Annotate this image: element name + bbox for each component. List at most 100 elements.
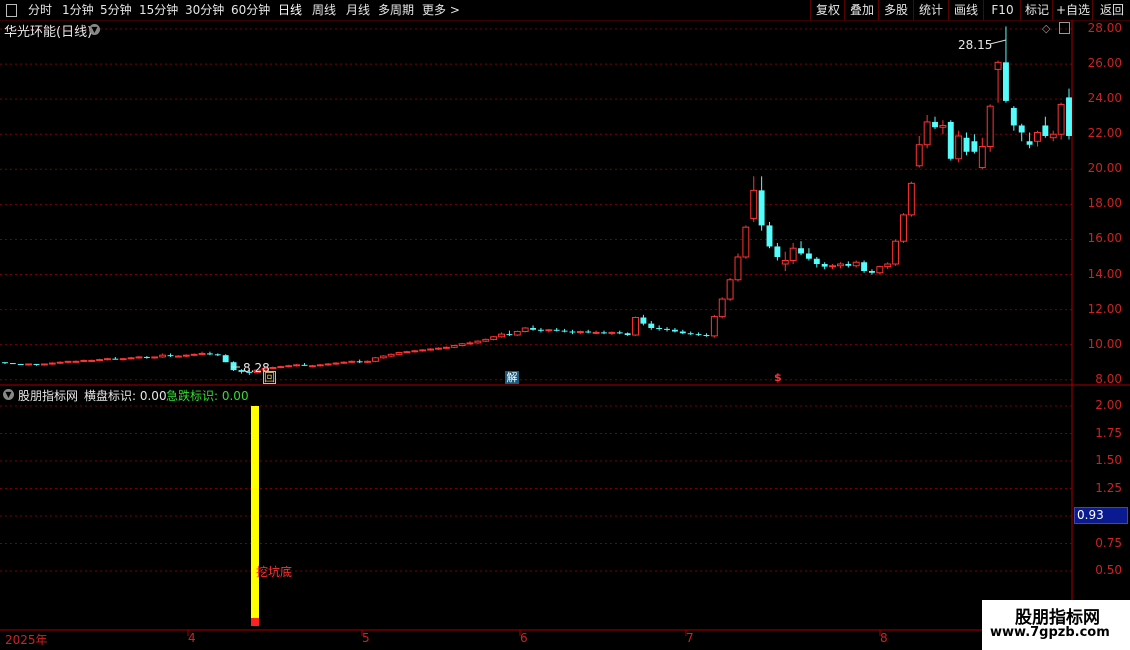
candle-body xyxy=(474,340,482,344)
candle-body xyxy=(521,327,529,333)
chevron-down-icon[interactable]: ▼ xyxy=(89,24,100,35)
candle-body xyxy=(371,357,379,362)
indicator-chevron-icon[interactable]: ▼ xyxy=(3,389,14,400)
candle-body xyxy=(971,141,978,152)
period-day[interactable]: 日线 xyxy=(278,2,302,18)
price-axis-label: 14.00 xyxy=(1087,266,1122,281)
add-favorite-button[interactable]: +自选 xyxy=(1052,0,1093,20)
candle-body xyxy=(190,353,198,356)
candle-body xyxy=(112,358,119,360)
indicator-axis-label: 0.75 xyxy=(1095,535,1122,550)
event-marker-3[interactable]: $ xyxy=(774,371,782,384)
diejia-button[interactable]: 叠加 xyxy=(844,0,879,20)
back-button[interactable]: 返回 xyxy=(1092,0,1130,20)
candle-body xyxy=(1018,125,1025,133)
candle-body xyxy=(592,331,600,334)
period-more[interactable]: 更多 > xyxy=(422,2,460,18)
date-axis-label: 2025年 xyxy=(5,633,48,647)
price-axis-label: 8.00 xyxy=(1095,371,1122,386)
candle-body xyxy=(490,336,498,340)
indicator-axis-label: 2.00 xyxy=(1095,398,1122,412)
period-week[interactable]: 周线 xyxy=(312,2,336,18)
duogu-button[interactable]: 多股 xyxy=(878,0,913,20)
candle-body xyxy=(56,361,64,364)
candle-body xyxy=(348,360,356,363)
layout-toggle-icon[interactable] xyxy=(6,4,17,17)
tongji-button[interactable]: 统计 xyxy=(913,0,948,20)
indicator-axis-label: 1.50 xyxy=(1095,453,1122,467)
candle-body xyxy=(356,361,363,363)
candle-body xyxy=(88,359,96,362)
candle-body xyxy=(1042,125,1049,136)
candle-body xyxy=(143,356,150,358)
candle-body xyxy=(923,121,931,146)
f10-button[interactable]: F10 xyxy=(983,0,1021,20)
kline-chart[interactable] xyxy=(0,20,1130,650)
indicator-axis-label: 1.75 xyxy=(1095,425,1122,440)
panel-toggle-icon[interactable] xyxy=(1059,22,1070,34)
candle-body xyxy=(285,365,293,368)
event-marker-1[interactable]: 回 xyxy=(263,371,276,384)
candle-body xyxy=(986,105,994,148)
candle-body xyxy=(900,214,907,242)
candle-body xyxy=(932,121,938,128)
candle-body xyxy=(1066,97,1072,136)
period-30min[interactable]: 30分钟 xyxy=(185,2,224,18)
candle-body xyxy=(624,333,631,336)
candle-body xyxy=(96,359,104,362)
candle-body xyxy=(569,331,576,333)
candle-body xyxy=(915,144,923,167)
candle-body xyxy=(80,359,88,362)
price-axis-label: 26.00 xyxy=(1087,56,1122,71)
candle-body xyxy=(734,256,742,281)
candle-body xyxy=(442,346,450,349)
fuquan-button[interactable]: 复权 xyxy=(810,0,845,20)
candle-body xyxy=(482,338,490,342)
indicator-value-a: 横盘标识: 0.00 xyxy=(84,389,167,403)
candle-body xyxy=(687,333,694,335)
candle-body xyxy=(214,354,221,356)
period-1min[interactable]: 1分钟 xyxy=(62,2,94,18)
candle-body xyxy=(127,357,135,360)
indicator-name[interactable]: 股朋指标网 xyxy=(18,387,78,404)
candle-body xyxy=(364,360,372,363)
price-axis-label: 18.00 xyxy=(1087,196,1122,211)
indicator-value-b: 急跌标识: 0.00 xyxy=(166,389,249,403)
candle-body xyxy=(48,362,56,365)
candle-body xyxy=(664,328,670,330)
period-60min[interactable]: 60分钟 xyxy=(231,2,270,18)
huaxian-button[interactable]: 画线 xyxy=(948,0,983,20)
price-axis-label: 16.00 xyxy=(1087,231,1122,246)
date-axis-label: 7 xyxy=(686,631,694,645)
period-5min[interactable]: 5分钟 xyxy=(100,2,132,18)
price-axis-label: 12.00 xyxy=(1087,301,1122,316)
diamond-icon[interactable]: ◇ xyxy=(1042,22,1050,35)
candle-body xyxy=(774,246,781,257)
candle-body xyxy=(308,365,316,368)
candle-body xyxy=(766,225,773,247)
candle-body xyxy=(379,355,387,359)
candle-body xyxy=(301,364,308,366)
period-month[interactable]: 月线 xyxy=(346,2,370,18)
candle-body xyxy=(450,345,458,348)
indicator-axis-label: 1.25 xyxy=(1095,480,1122,495)
period-15min[interactable]: 15分钟 xyxy=(139,2,178,18)
date-axis-label: 4 xyxy=(188,631,196,645)
candle-body xyxy=(2,362,8,364)
indicator-bar-label: 挖坑底 xyxy=(256,565,293,579)
price-axis-label: 28.00 xyxy=(1087,21,1122,35)
period-multi[interactable]: 多周期 xyxy=(378,2,414,18)
candle-body xyxy=(978,146,986,169)
period-fenshi[interactable]: 分时 xyxy=(28,2,52,18)
event-marker-2[interactable]: 解 xyxy=(505,371,519,384)
candle-body xyxy=(679,331,686,334)
high-price-label: 28.15 xyxy=(958,38,993,52)
indicator-axis-label: 0.50 xyxy=(1095,563,1122,577)
candle-body xyxy=(829,265,837,268)
watermark-url: www.7gpzb.com xyxy=(990,625,1110,640)
biaoji-button[interactable]: 标记 xyxy=(1020,0,1053,20)
candle-body xyxy=(498,333,505,338)
indicator-bar xyxy=(251,406,259,626)
price-axis-label: 22.00 xyxy=(1087,126,1122,141)
candle-body xyxy=(608,331,616,334)
